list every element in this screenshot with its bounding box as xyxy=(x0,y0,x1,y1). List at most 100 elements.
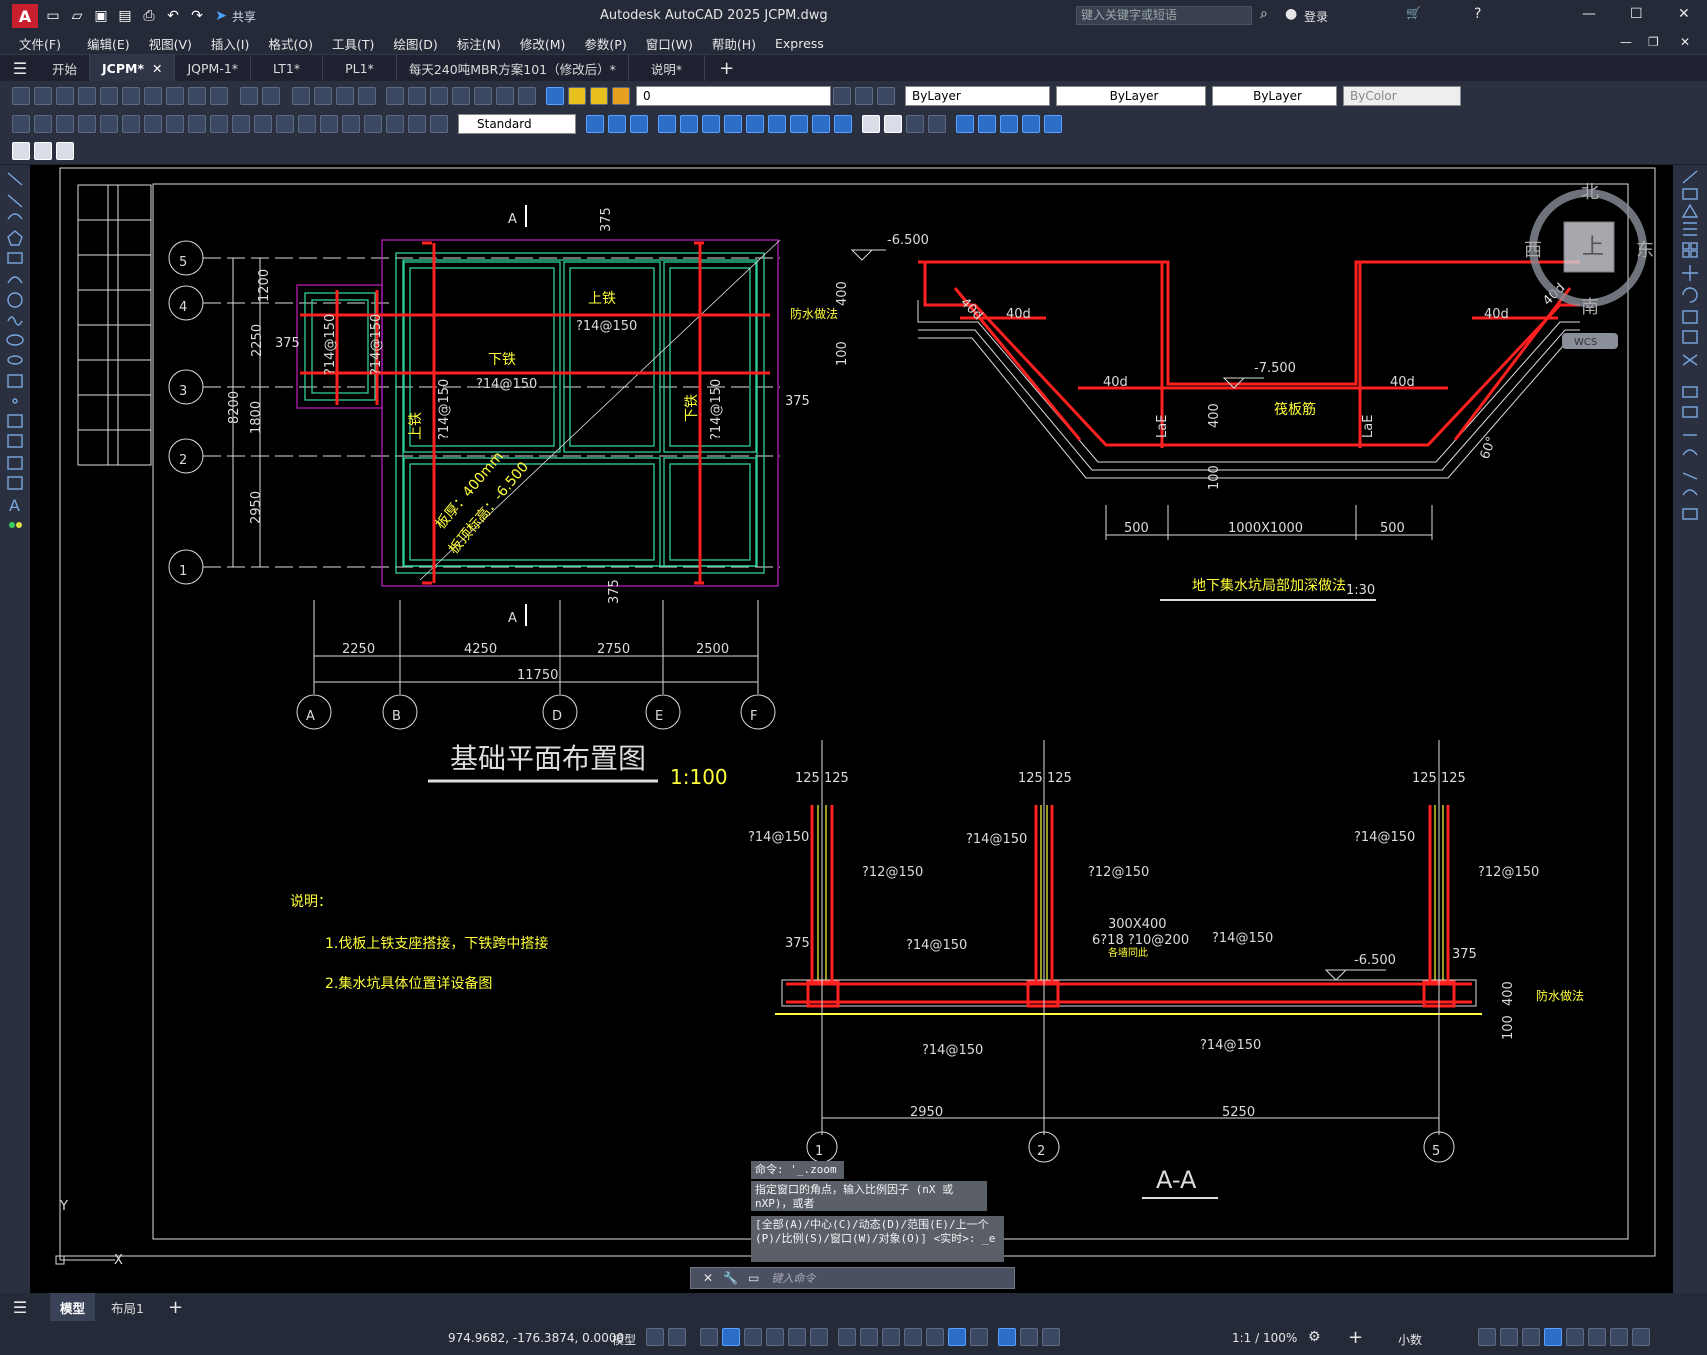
menu-edit[interactable]: 编辑(E) xyxy=(87,34,130,53)
layer-match-icon[interactable] xyxy=(34,141,52,160)
workspace-gear-icon[interactable]: ⚙ xyxy=(1308,1329,1321,1345)
menu-format[interactable]: 格式(O) xyxy=(268,34,313,53)
ucs-dynamic-icon[interactable] xyxy=(948,1328,966,1346)
autoscale-icon[interactable] xyxy=(1020,1328,1038,1346)
close-cmd-icon[interactable]: ✕ xyxy=(703,1271,713,1285)
solid-box-icon[interactable] xyxy=(586,114,604,133)
paste-icon[interactable] xyxy=(188,86,206,105)
layer-state-icon[interactable] xyxy=(877,86,895,105)
annotation-scale-icon[interactable] xyxy=(1042,1328,1060,1346)
lineweight-icon[interactable] xyxy=(860,1328,878,1346)
tab-notes[interactable]: 说明* xyxy=(629,54,706,82)
search-input[interactable]: 键入关键字或短语 xyxy=(1076,6,1252,25)
hardware-accel-icon[interactable] xyxy=(1544,1328,1562,1346)
clean-screen-icon[interactable] xyxy=(1588,1328,1606,1346)
presspull-icon[interactable] xyxy=(680,114,698,133)
new-tab-icon[interactable]: + xyxy=(719,58,734,79)
isodraft-icon[interactable] xyxy=(788,1328,806,1346)
tab-layout1[interactable]: 布局1 xyxy=(101,1293,154,1321)
annotation-add-icon[interactable]: + xyxy=(1348,1327,1363,1348)
share-button[interactable]: 共享 xyxy=(232,8,256,25)
plot-icon[interactable] xyxy=(78,86,96,105)
open-icon[interactable] xyxy=(34,86,52,105)
close-tab-icon[interactable]: ✕ xyxy=(152,61,162,76)
union-icon[interactable] xyxy=(768,114,786,133)
dynamic-input-icon[interactable] xyxy=(722,1328,740,1346)
inspect-icon[interactable] xyxy=(342,114,360,133)
linetype-dropdown[interactable]: ByLayer xyxy=(1056,85,1206,106)
menu-tools[interactable]: 工具(T) xyxy=(332,34,374,53)
help-icon[interactable]: ? xyxy=(1474,6,1481,22)
isolate-icon[interactable] xyxy=(1522,1328,1540,1346)
units-dropdown[interactable]: 小数 xyxy=(1398,1331,1422,1348)
zoom-icon[interactable] xyxy=(314,86,332,105)
ucs-face-icon[interactable] xyxy=(1022,114,1040,133)
maximize-button[interactable]: ☐ xyxy=(1630,6,1643,22)
tool-palette-icon[interactable] xyxy=(430,86,448,105)
ucs-icon[interactable] xyxy=(956,114,974,133)
dim-edit-icon[interactable] xyxy=(386,114,404,133)
dim-text-edit-icon[interactable] xyxy=(408,114,426,133)
qdim-icon[interactable] xyxy=(188,114,206,133)
model-space-button[interactable]: 模型 xyxy=(612,1331,636,1348)
cut-icon[interactable] xyxy=(144,86,162,105)
print-icon[interactable]: ⎙ xyxy=(140,7,158,25)
calc-icon[interactable] xyxy=(496,86,514,105)
draw-toolbar-icons[interactable]: A xyxy=(0,165,30,625)
view-icon[interactable] xyxy=(906,114,924,133)
doc-restore-button[interactable]: ❐ xyxy=(1648,35,1659,49)
save-icon[interactable]: ▣ xyxy=(92,7,110,25)
layout-menu-icon[interactable]: ☰ xyxy=(0,1298,40,1317)
revolve-icon[interactable] xyxy=(724,114,742,133)
extrude-icon[interactable] xyxy=(658,114,676,133)
redo-icon[interactable] xyxy=(262,86,280,105)
search-icon[interactable]: ⌕ xyxy=(1260,6,1268,22)
doc-minimize-button[interactable]: — xyxy=(1620,35,1632,49)
layer-props-icon[interactable] xyxy=(546,86,564,105)
zoom-window-icon[interactable] xyxy=(336,86,354,105)
annotation-scale[interactable]: 1:1 / 100% xyxy=(1232,1331,1297,1345)
user-icon[interactable]: ● xyxy=(1285,6,1297,22)
customize-cmd-icon[interactable]: 🔧 xyxy=(723,1271,738,1285)
menu-view[interactable]: 视图(V) xyxy=(149,34,192,53)
share-icon[interactable]: ➤ xyxy=(212,7,230,25)
tab-mbr[interactable]: 每天240吨MBR方案101（修改后）* xyxy=(397,54,629,82)
subtract-icon[interactable] xyxy=(790,114,808,133)
loft-icon[interactable] xyxy=(746,114,764,133)
ucs-view-icon[interactable] xyxy=(1044,114,1062,133)
autocad-logo[interactable]: A xyxy=(12,4,38,28)
dim-ordinate-icon[interactable] xyxy=(78,114,96,133)
menu-help[interactable]: 帮助(H) xyxy=(712,34,756,53)
solid-wedge-icon[interactable] xyxy=(608,114,626,133)
dim-baseline-icon[interactable] xyxy=(210,114,228,133)
dim-radius-icon[interactable] xyxy=(100,114,118,133)
center-mark-icon[interactable] xyxy=(320,114,338,133)
tab-jqpm[interactable]: JQPM-1* xyxy=(175,54,252,82)
properties-icon[interactable] xyxy=(386,86,404,105)
dim-break-icon[interactable] xyxy=(276,114,294,133)
infer-icon[interactable] xyxy=(700,1328,718,1346)
menu-window[interactable]: 窗口(W) xyxy=(646,34,693,53)
cart-icon[interactable]: 🛒 xyxy=(1406,6,1421,20)
slice-icon[interactable] xyxy=(834,114,852,133)
drawing-canvas[interactable]: .w{stroke:#dcdcdc;fill:none;stroke-width… xyxy=(30,165,1673,1293)
help-icon[interactable] xyxy=(518,86,536,105)
undo-icon[interactable]: ↶ xyxy=(164,7,182,25)
publish-icon[interactable] xyxy=(122,86,140,105)
copy-icon[interactable] xyxy=(166,86,184,105)
ortho-icon[interactable] xyxy=(744,1328,762,1346)
gizmo-icon[interactable] xyxy=(970,1328,988,1346)
hamburger-menu-icon[interactable]: ☰ xyxy=(0,59,40,78)
dim-continue-icon[interactable] xyxy=(232,114,250,133)
visual-style-icon[interactable] xyxy=(928,114,946,133)
redo-icon[interactable]: ↷ xyxy=(188,7,206,25)
menu-modify[interactable]: 修改(M) xyxy=(520,34,566,53)
minimize-button[interactable]: — xyxy=(1582,6,1596,22)
close-button[interactable]: ✕ xyxy=(1678,6,1690,22)
customize-status-icon[interactable] xyxy=(1632,1328,1650,1346)
menu-insert[interactable]: 插入(I) xyxy=(211,34,249,53)
3d-osnap-icon[interactable] xyxy=(926,1328,944,1346)
command-line[interactable]: ✕ 🔧 ▭ 键入命令 xyxy=(690,1267,1015,1289)
new-icon[interactable] xyxy=(12,86,30,105)
zoom-prev-icon[interactable] xyxy=(358,86,376,105)
